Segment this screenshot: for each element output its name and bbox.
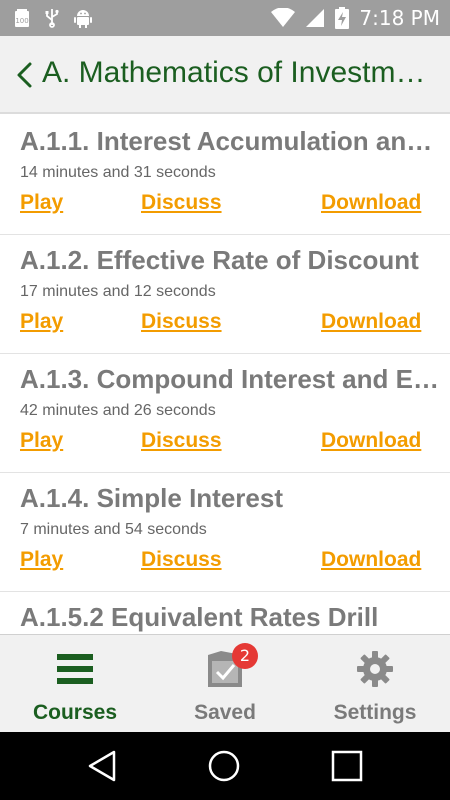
system-status-icons: 7:18 PM	[271, 6, 440, 30]
play-link[interactable]: Play	[20, 310, 63, 334]
battery-100-icon: 100	[15, 9, 29, 27]
lesson-duration: 14 minutes and 31 seconds	[20, 164, 216, 181]
system-home-icon[interactable]	[206, 748, 242, 784]
lesson-item: A.1.2. Effective Rate of Discount 17 min…	[0, 235, 450, 354]
notification-icons: 100	[14, 8, 92, 28]
discuss-link[interactable]: Discuss	[141, 310, 222, 334]
status-bar: 100 7:18 PM	[0, 0, 450, 36]
play-link[interactable]: Play	[20, 191, 63, 215]
back-chevron-icon[interactable]	[10, 60, 40, 90]
wifi-icon	[271, 8, 296, 27]
lesson-actions: Play Discuss Download	[0, 310, 450, 340]
page-title: A. Mathematics of Investment and Credit	[42, 56, 438, 89]
play-link[interactable]: Play	[20, 548, 63, 572]
lesson-list[interactable]: A.1.1. Interest Accumulation and Effecti…	[0, 116, 450, 634]
nav-courses[interactable]: Courses	[0, 635, 150, 733]
lesson-item: A.1.1. Interest Accumulation and Effecti…	[0, 116, 450, 235]
nav-saved[interactable]: 2 Saved	[150, 635, 300, 733]
nav-settings-label: Settings	[333, 701, 417, 724]
download-link[interactable]: Download	[321, 429, 421, 453]
lesson-item: A.1.4. Simple Interest 7 minutes and 54 …	[0, 473, 450, 592]
lesson-actions: Play Discuss Download	[0, 191, 450, 221]
android-icon	[74, 10, 92, 28]
lesson-item: A.1.5.2 Equivalent Rates Drill	[0, 592, 450, 634]
nav-settings[interactable]: Settings	[300, 635, 450, 733]
system-nav-bar	[0, 732, 450, 800]
lesson-title: A.1.2. Effective Rate of Discount	[20, 245, 419, 275]
saved-count-badge: 2	[232, 643, 258, 669]
discuss-link[interactable]: Discuss	[141, 429, 222, 453]
discuss-link[interactable]: Discuss	[141, 548, 222, 572]
download-link[interactable]: Download	[321, 548, 421, 572]
usb-icon	[45, 9, 59, 28]
courses-menu-icon	[57, 654, 93, 684]
discuss-link[interactable]: Discuss	[141, 191, 222, 215]
lesson-title: A.1.1. Interest Accumulation and Effecti…	[20, 126, 442, 156]
signal-icon	[306, 9, 325, 27]
lesson-duration: 42 minutes and 26 seconds	[20, 402, 216, 419]
nav-saved-label: Saved	[194, 701, 256, 724]
bottom-nav: Courses 2 Saved Settings	[0, 634, 450, 732]
lesson-title: A.1.3. Compound Interest and Equivalent …	[20, 364, 442, 394]
svg-text:100: 100	[15, 17, 28, 25]
nav-courses-label: Courses	[32, 701, 118, 724]
lesson-actions: Play Discuss Download	[0, 429, 450, 459]
lesson-title: A.1.4. Simple Interest	[20, 483, 283, 513]
lesson-item: A.1.3. Compound Interest and Equivalent …	[0, 354, 450, 473]
download-link[interactable]: Download	[321, 191, 421, 215]
lesson-duration: 17 minutes and 12 seconds	[20, 283, 216, 300]
lesson-actions: Play Discuss Download	[0, 548, 450, 578]
download-link[interactable]: Download	[321, 310, 421, 334]
lesson-duration: 7 minutes and 54 seconds	[20, 521, 207, 538]
app-bar: A. Mathematics of Investment and Credit	[0, 36, 450, 114]
status-time: 7:18 PM	[359, 6, 440, 30]
system-back-icon[interactable]	[84, 748, 120, 784]
battery-charging-icon	[335, 7, 350, 29]
lesson-title: A.1.5.2 Equivalent Rates Drill	[20, 602, 379, 632]
play-link[interactable]: Play	[20, 429, 63, 453]
gear-icon	[357, 651, 393, 687]
system-recents-icon[interactable]	[329, 748, 365, 784]
